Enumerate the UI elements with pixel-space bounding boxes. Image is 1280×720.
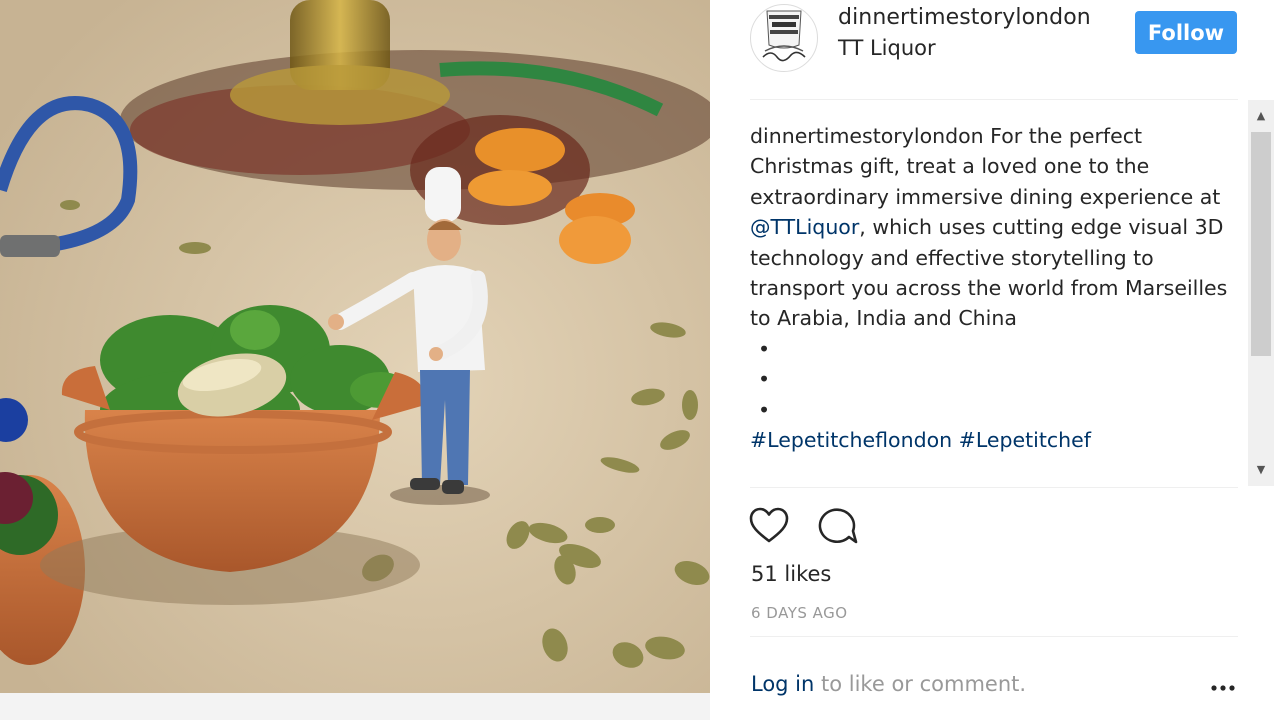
comment-icon[interactable] — [816, 506, 858, 546]
post-image[interactable] — [0, 0, 710, 693]
like-count[interactable]: 51 likes — [751, 562, 831, 586]
caption-divider — [750, 487, 1238, 488]
heart-icon[interactable] — [749, 507, 789, 545]
scroll-up-arrow-icon[interactable]: ▲ — [1248, 106, 1274, 126]
more-options-icon[interactable] — [1210, 683, 1236, 693]
scrollbar-thumb[interactable] — [1251, 132, 1271, 356]
follow-button[interactable]: Follow — [1135, 11, 1237, 54]
post-timestamp: 6 DAYS AGO — [751, 604, 848, 622]
scroll-down-arrow-icon[interactable]: ▼ — [1248, 460, 1274, 480]
dinner-time-story-logo-icon — [752, 6, 816, 70]
caption-scrollbar[interactable]: ▲ ▼ — [1248, 100, 1274, 486]
caption-author-link[interactable]: dinnertimestorylondon — [750, 124, 984, 148]
post-location[interactable]: TT Liquor — [838, 36, 936, 60]
post-caption: dinnertimestorylondon For the perfect Ch… — [750, 121, 1238, 486]
login-prompt: Log in to like or comment. — [751, 672, 1026, 696]
post-author-username[interactable]: dinnertimestorylondon — [838, 5, 1091, 30]
image-bottom-strip — [0, 693, 710, 720]
caption-dot-1: • — [758, 336, 771, 361]
caption-dot-2: • — [758, 367, 771, 392]
login-prompt-text: to like or comment. — [814, 672, 1027, 696]
footer-divider — [750, 636, 1238, 637]
caption-dot-3: • — [758, 397, 771, 422]
hashtag-link[interactable]: #Lepetitcheflondon — [750, 428, 952, 452]
login-link[interactable]: Log in — [751, 672, 814, 696]
caption-hashtags: #Lepetitcheflondon #Lepetitchef — [750, 425, 1238, 455]
avatar[interactable] — [750, 4, 818, 72]
header-divider — [750, 99, 1238, 100]
hashtag-link[interactable]: #Lepetitchef — [959, 428, 1091, 452]
caption-mention-link[interactable]: @TTLiquor — [750, 215, 859, 239]
chef-scene-illustration — [0, 0, 710, 693]
